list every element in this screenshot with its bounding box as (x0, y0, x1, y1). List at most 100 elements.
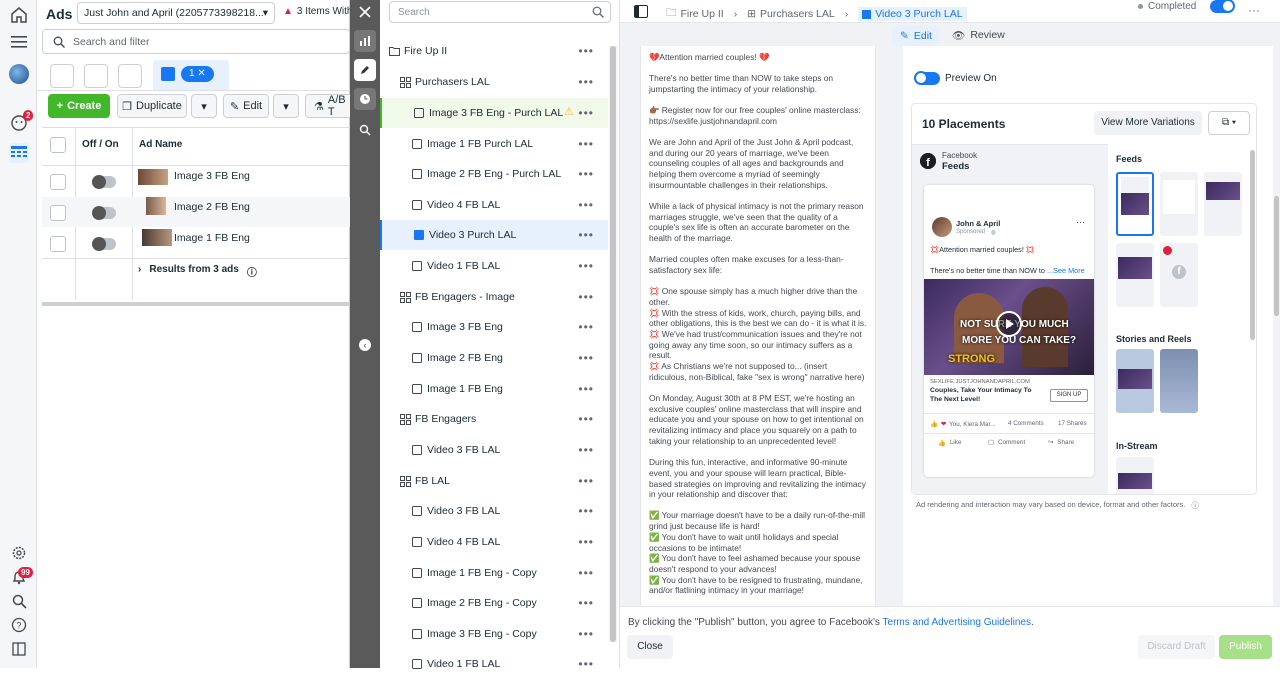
report-icon[interactable] (9, 639, 29, 659)
more-options-icon[interactable]: ••• (578, 44, 594, 58)
more-options-icon[interactable]: ••• (578, 566, 594, 580)
tree-item-ad[interactable]: Image 1 FB Eng - Copy ••• (380, 558, 608, 588)
zoom-search-icon[interactable] (354, 119, 376, 141)
tree-item-ad[interactable]: Video 1 FB LAL ••• (380, 649, 608, 679)
more-options-icon[interactable]: ••• (578, 596, 594, 610)
ads-tab[interactable]: 1 ✕ (153, 60, 229, 90)
table-row[interactable]: Image 3 FB Eng (42, 166, 350, 196)
instream-thumb[interactable] (1116, 457, 1154, 494)
collapse-chevron-icon[interactable]: ‹ (359, 339, 371, 351)
ab-test-button[interactable]: ⚗ A/B T (305, 94, 355, 118)
toggle-off[interactable] (92, 175, 116, 189)
share-button[interactable]: ↪ Share (1048, 439, 1074, 446)
sign-up-cta-button[interactable]: SIGN UP (1050, 389, 1088, 402)
tree-scrollbar[interactable] (609, 46, 617, 642)
tree-item-adset[interactable]: FB Engagers ••• (380, 404, 608, 434)
share-preview-button[interactable]: ⧉ ▾ (1208, 111, 1250, 135)
help-icon[interactable]: ? (9, 615, 29, 635)
horizontal-scrollbar[interactable] (42, 302, 350, 306)
sidebar-toggle-icon[interactable] (634, 5, 648, 18)
row-checkbox[interactable] (50, 236, 66, 252)
campaigns-tab-icon[interactable] (50, 64, 74, 88)
table-row[interactable]: Image 1 FB Eng (42, 228, 350, 258)
edit-dropdown[interactable]: ▾ (273, 94, 299, 118)
tree-item-ad[interactable]: Video 4 FB LAL ••• (380, 190, 608, 220)
more-options-icon[interactable]: ••• (578, 290, 594, 304)
tree-item-ad[interactable]: Image 2 FB Eng - Purch LAL ••• (380, 159, 608, 189)
video-thumbnail[interactable]: NOT SURE YOU MUCH MORE YOU CAN TAKE? STR… (924, 279, 1094, 375)
tab-review[interactable]: 👁 Review (952, 29, 1005, 42)
feed-thumb-disabled[interactable]: f (1160, 243, 1198, 307)
thumbnails-scrollbar[interactable] (1250, 144, 1256, 494)
more-options-icon[interactable]: ••• (578, 75, 594, 89)
more-options-icon[interactable]: ••• (578, 382, 594, 396)
preview-toggle[interactable] (914, 71, 940, 85)
menu-icon[interactable] (9, 32, 29, 52)
feed-thumb[interactable] (1160, 172, 1198, 236)
discard-draft-button[interactable]: Discard Draft (1138, 635, 1215, 659)
tree-item-ad[interactable]: Image 1 FB Purch LAL ••• (380, 129, 608, 159)
tree-item-ad[interactable]: Video 3 FB LAL ••• (380, 435, 608, 465)
more-options-icon[interactable]: ••• (578, 167, 594, 181)
more-options-icon[interactable]: ••• (578, 412, 594, 426)
like-button[interactable]: 👍 Like (938, 439, 961, 447)
feed-thumb-selected[interactable] (1116, 172, 1154, 236)
breadcrumb-campaign[interactable]: Fire Up II (681, 8, 724, 20)
breadcrumb-ad[interactable]: Video 3 Purch LAL (858, 7, 967, 21)
tree-item-campaign[interactable]: Fire Up II ••• (380, 36, 608, 66)
adsets-tab-icon[interactable] (84, 64, 108, 88)
more-options-icon[interactable]: ••• (578, 657, 594, 671)
tree-item-ad[interactable]: Image 3 FB Eng ••• (380, 312, 608, 342)
search-icon[interactable] (9, 591, 29, 611)
terms-link[interactable]: Terms and Advertising Guidelines (883, 617, 1031, 628)
select-all-checkbox[interactable] (50, 137, 66, 153)
view-more-variations-button[interactable]: View More Variations (1094, 111, 1202, 135)
more-options-icon[interactable]: ••• (578, 474, 594, 488)
tree-item-ad[interactable]: Image 3 FB Eng - Copy ••• (380, 619, 608, 649)
more-options-icon[interactable]: ••• (578, 504, 594, 518)
more-options-icon[interactable]: ••• (578, 106, 594, 120)
post-more-icon[interactable]: ··· (1076, 217, 1085, 227)
tree-item-ad[interactable]: Image 1 FB Eng ••• (380, 374, 608, 404)
ad-name[interactable]: Image 3 FB Eng (174, 170, 250, 182)
breadcrumb-adset[interactable]: Purchasers LAL (760, 8, 835, 20)
chart-icon[interactable] (354, 30, 376, 52)
edit-button[interactable]: ✎ Edit (223, 94, 269, 118)
more-options-icon[interactable]: ··· (1248, 3, 1260, 17)
home-icon[interactable] (9, 5, 29, 25)
reactions-summary[interactable]: 👍 ❤ You, Kiera Mar... (930, 420, 995, 429)
more-options-icon[interactable]: ••• (578, 198, 594, 212)
reels-thumb[interactable] (1160, 349, 1198, 413)
warning-indicator[interactable]: ▲ 3 Items With (283, 6, 352, 17)
close-button[interactable]: Close (627, 635, 673, 659)
ads-manager-icon[interactable] (9, 143, 29, 163)
more-options-icon[interactable]: ••• (578, 137, 594, 151)
row-checkbox[interactable] (50, 174, 66, 190)
toggle-off[interactable] (92, 206, 116, 220)
tab-edit[interactable]: ✎ Edit (892, 25, 940, 46)
see-more-link[interactable]: ...See More (1047, 266, 1085, 275)
more-options-icon[interactable]: ••• (578, 351, 594, 365)
feed-thumb[interactable] (1116, 243, 1154, 307)
account-avatar[interactable] (9, 64, 29, 84)
settings-icon[interactable] (9, 543, 29, 563)
tree-item-ad[interactable]: Image 2 FB Eng - Copy ••• (380, 588, 608, 618)
more-options-icon[interactable]: ••• (578, 259, 594, 273)
play-icon[interactable] (996, 311, 1022, 337)
search-filter-input[interactable]: Search and filter (42, 29, 350, 54)
more-options-icon[interactable]: ••• (578, 228, 594, 242)
row-checkbox[interactable] (50, 205, 66, 221)
selected-count-pill[interactable]: 1 ✕ (181, 66, 214, 82)
more-options-icon[interactable]: ••• (578, 627, 594, 641)
stories-thumb[interactable] (1116, 349, 1154, 413)
table-row[interactable]: Image 2 FB Eng (42, 197, 350, 227)
create-button[interactable]: + Create (48, 94, 110, 118)
duplicate-dropdown[interactable]: ▾ (191, 94, 217, 118)
tree-item-adset[interactable]: FB Engagers - Image ••• (380, 282, 608, 312)
close-editor-icon[interactable] (354, 1, 376, 23)
feed-thumb[interactable] (1204, 172, 1242, 236)
tree-search-input[interactable]: Search (389, 1, 611, 23)
more-options-icon[interactable]: ••• (578, 443, 594, 457)
account-selector[interactable]: Just John and April (2205773398218... ▾ (77, 2, 275, 24)
duplicate-button[interactable]: ❐ Duplicate (117, 94, 187, 118)
